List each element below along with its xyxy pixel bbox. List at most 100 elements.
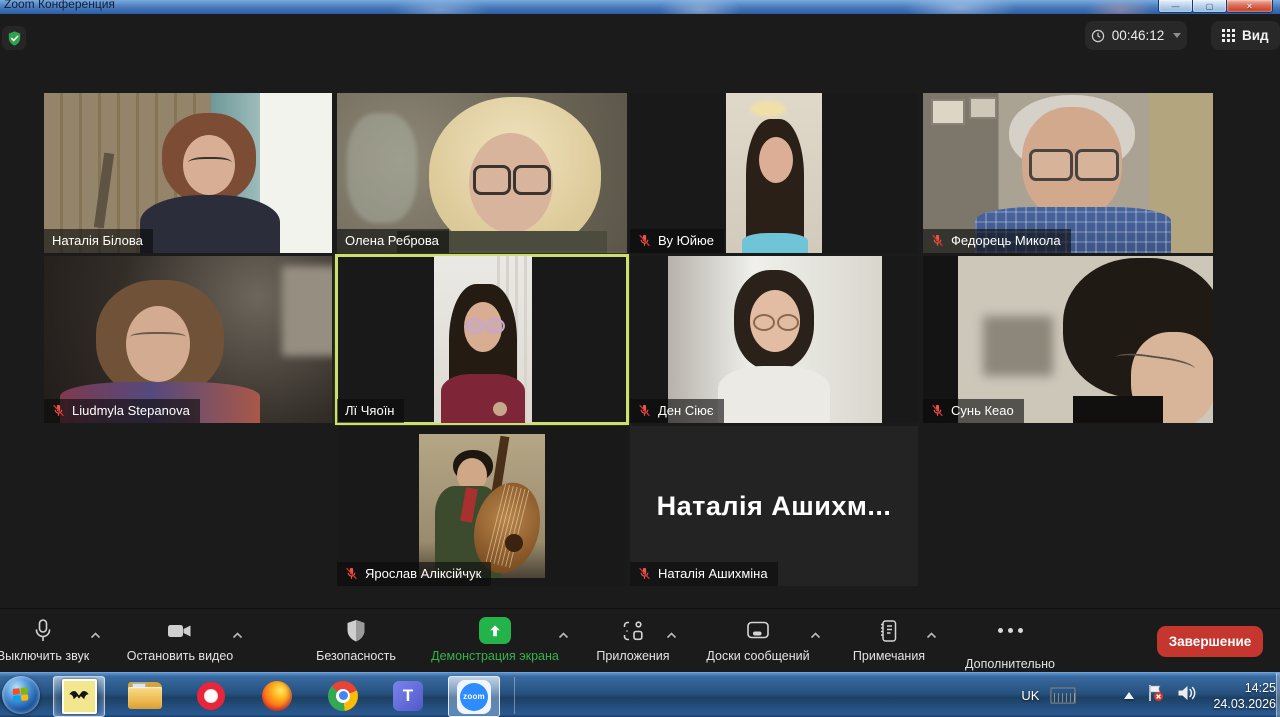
taskbar-app-opera[interactable] bbox=[186, 676, 236, 715]
taskbar-app-firefox[interactable] bbox=[252, 676, 302, 715]
taskbar-clock[interactable]: 14:25 24.03.2026 bbox=[1213, 680, 1276, 712]
scene-blur bbox=[347, 113, 417, 223]
maximize-button[interactable]: ▢ bbox=[1192, 0, 1227, 13]
windows-logo-icon bbox=[13, 687, 30, 703]
more-label: Дополнительно bbox=[965, 657, 1055, 671]
action-center-flag-icon[interactable] bbox=[1145, 683, 1165, 708]
notes-menu-chevron[interactable] bbox=[926, 626, 937, 644]
person-torso bbox=[140, 195, 280, 253]
stop-video-label: Остановить видео bbox=[127, 649, 234, 663]
teams-icon: T bbox=[393, 681, 423, 711]
notes-button[interactable]: Примечания bbox=[838, 617, 940, 663]
windows-taskbar: T zoom UK 14:25 24.03.2026 bbox=[0, 672, 1280, 717]
meeting-info-button[interactable] bbox=[2, 26, 26, 50]
start-button[interactable] bbox=[2, 676, 40, 714]
video-tile-olena-rebrova[interactable]: Олена Реброва bbox=[337, 93, 627, 253]
video-tile-natalia-ashykhmina-no-video[interactable]: Наталія Ашихм... Наталія Ашихміна bbox=[630, 426, 918, 586]
person-glasses-left bbox=[753, 314, 775, 331]
muted-mic-icon bbox=[345, 567, 358, 580]
video-tile-den-siiue[interactable]: Ден Сіює bbox=[630, 256, 918, 423]
chrome-icon bbox=[328, 681, 358, 711]
person-torso bbox=[1073, 396, 1163, 423]
muted-mic-icon bbox=[52, 404, 65, 417]
participant-name: Ву Юйюе bbox=[658, 233, 714, 248]
volume-icon[interactable] bbox=[1176, 683, 1198, 708]
video-tile-sun-keao[interactable]: Сунь Кеао bbox=[923, 256, 1213, 423]
participant-name: Сунь Кеао bbox=[951, 403, 1014, 418]
firefox-icon bbox=[262, 681, 292, 711]
taskbar-app-chrome[interactable] bbox=[318, 676, 368, 715]
minimize-button[interactable]: — bbox=[1158, 0, 1193, 13]
share-screen-button[interactable]: Демонстрация экрана bbox=[415, 617, 575, 663]
whiteboards-label: Доски сообщений bbox=[706, 649, 809, 663]
end-meeting-button[interactable]: Завершение bbox=[1157, 626, 1263, 657]
language-indicator[interactable]: UK bbox=[1021, 688, 1039, 703]
taskbar-app-teams[interactable]: T bbox=[383, 676, 433, 715]
security-label: Безопасность bbox=[316, 649, 396, 663]
participant-name: Федорець Микола bbox=[951, 233, 1061, 248]
taskbar-app-explorer[interactable] bbox=[120, 676, 170, 715]
person-glasses-left bbox=[465, 318, 485, 334]
timer-dropdown-caret[interactable] bbox=[1173, 33, 1181, 38]
meeting-topbar: 00:46:12 Вид bbox=[0, 14, 1280, 72]
participant-name: Олена Реброва bbox=[345, 233, 439, 248]
view-button-label: Вид bbox=[1242, 28, 1269, 43]
participant-name: Наталія Білова bbox=[52, 233, 143, 248]
apps-label: Приложения bbox=[596, 649, 669, 663]
show-hidden-icons-button[interactable] bbox=[1124, 692, 1134, 699]
desktop-screen: Zoom Конференция — ▢ ✕ 00:46:12 Вид Ната… bbox=[0, 0, 1280, 717]
mute-audio-label: Выключить звук bbox=[0, 649, 89, 663]
more-button[interactable]: Дополнительно bbox=[950, 617, 1070, 671]
video-menu-chevron[interactable] bbox=[232, 626, 243, 644]
keyboard-layout-icon[interactable] bbox=[1050, 687, 1076, 704]
notes-label: Примечания bbox=[853, 649, 925, 663]
whiteboard-icon bbox=[745, 617, 771, 644]
scene-decor bbox=[94, 153, 114, 229]
participant-name: Ярослав Аліксійчук bbox=[365, 566, 481, 581]
video-tile-yaroslav-aliksiichuk[interactable]: Ярослав Аліксійчук bbox=[337, 426, 627, 586]
stop-video-button[interactable]: Остановить видео bbox=[113, 617, 247, 663]
person-face bbox=[759, 137, 793, 183]
person-glasses-right bbox=[485, 318, 505, 334]
apps-menu-chevron[interactable] bbox=[666, 626, 677, 644]
window-titlebar[interactable]: Zoom Конференция — ▢ ✕ bbox=[0, 0, 1280, 15]
muted-mic-icon bbox=[931, 404, 944, 417]
taskbar-separator bbox=[514, 677, 515, 714]
meeting-duration: 00:46:12 bbox=[1112, 28, 1165, 43]
share-menu-chevron[interactable] bbox=[558, 626, 569, 644]
apps-icon bbox=[620, 617, 646, 644]
zoom-icon: zoom bbox=[457, 680, 491, 714]
muted-mic-icon bbox=[638, 404, 651, 417]
participant-name: Liudmyla Stepanova bbox=[72, 403, 190, 418]
the-bat-icon bbox=[62, 679, 97, 714]
close-button[interactable]: ✕ bbox=[1226, 0, 1273, 13]
share-screen-label: Демонстрация экрана bbox=[431, 649, 559, 663]
explorer-folder-icon bbox=[128, 682, 162, 709]
scene-light bbox=[750, 101, 786, 117]
grid-view-icon bbox=[1222, 29, 1235, 42]
person-glasses-right bbox=[513, 165, 551, 195]
person-glasses-right bbox=[1075, 149, 1119, 181]
video-tile-vu-yuiyue[interactable]: Ву Юйюе bbox=[630, 93, 918, 253]
tray-date: 24.03.2026 bbox=[1213, 696, 1276, 712]
person-torso bbox=[742, 233, 808, 253]
meeting-timer[interactable]: 00:46:12 bbox=[1085, 21, 1187, 50]
more-icon bbox=[998, 617, 1023, 652]
whiteboards-menu-chevron[interactable] bbox=[810, 626, 821, 644]
participant-name: Наталія Ашихміна bbox=[658, 566, 768, 581]
camera-icon bbox=[166, 617, 194, 644]
taskbar-app-zoom[interactable]: zoom bbox=[448, 676, 500, 717]
video-tile-liudmyla-stepanova[interactable]: Liudmyla Stepanova bbox=[44, 256, 332, 423]
window-title: Zoom Конференция bbox=[4, 0, 115, 11]
view-button[interactable]: Вид bbox=[1211, 21, 1280, 50]
show-desktop-button[interactable] bbox=[1276, 673, 1280, 717]
video-tile-natalia-bilova[interactable]: Наталія Білова bbox=[44, 93, 332, 253]
security-button[interactable]: Безопасность bbox=[295, 617, 417, 663]
video-tile-li-chiaoin-active-speaker[interactable]: Лї Чяоїн bbox=[337, 256, 627, 423]
whiteboards-button[interactable]: Доски сообщений bbox=[692, 617, 824, 663]
scene-frame bbox=[931, 99, 965, 125]
taskbar-app-the-bat[interactable] bbox=[53, 676, 105, 717]
video-tile-fedorets-mykola[interactable]: Федорець Микола bbox=[923, 93, 1213, 253]
opera-icon bbox=[197, 682, 225, 710]
audio-menu-chevron[interactable] bbox=[90, 626, 101, 644]
